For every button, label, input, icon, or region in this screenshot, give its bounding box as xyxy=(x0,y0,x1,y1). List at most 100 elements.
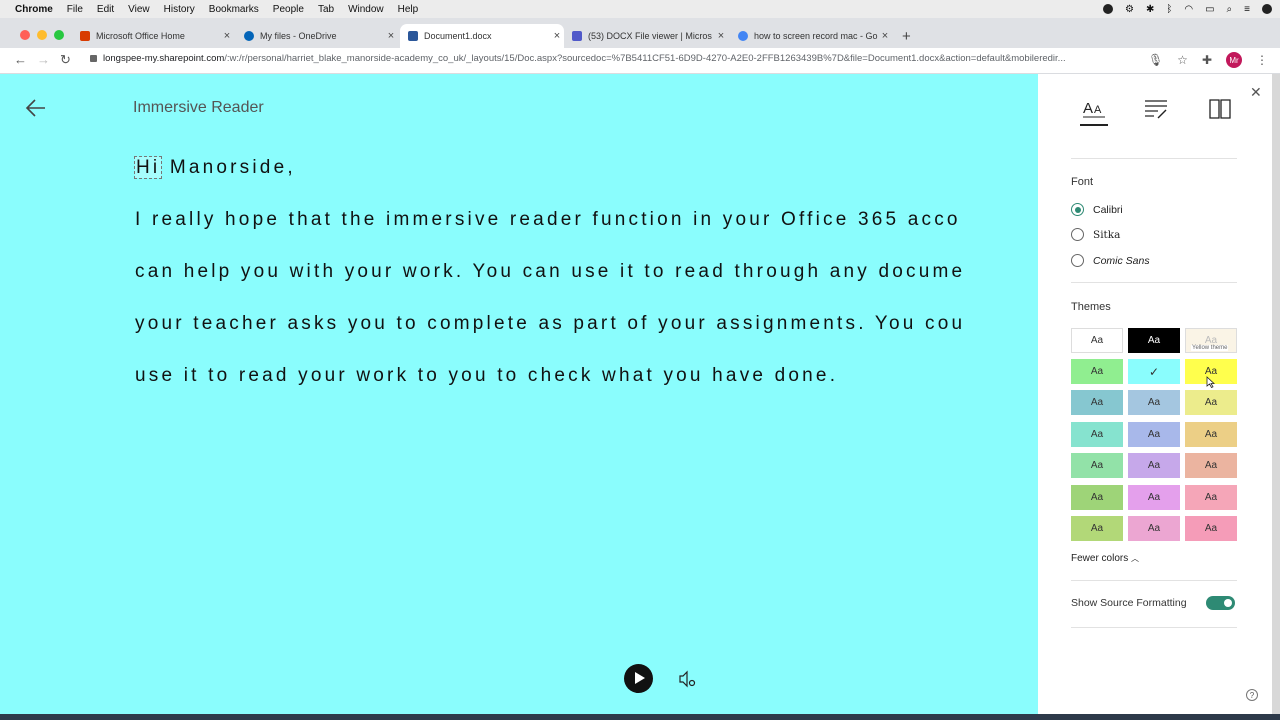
divider xyxy=(1071,158,1237,159)
theme-swatch[interactable]: Aa xyxy=(1071,516,1123,541)
swatch-label: Aa xyxy=(1204,429,1218,440)
extensions-puzzle-icon[interactable]: ✚ xyxy=(1202,53,1212,67)
control-center-icon[interactable]: ≡ xyxy=(1244,4,1250,15)
reading-preferences-book-icon[interactable] xyxy=(1206,96,1234,122)
theme-swatch[interactable]: Aa xyxy=(1185,516,1237,541)
back-arrow-icon[interactable]: ← xyxy=(14,52,27,67)
tab-document1[interactable]: Document1.docx × xyxy=(400,24,564,48)
font-option-sitka[interactable]: Sitka xyxy=(1071,228,1120,241)
theme-swatch[interactable]: Aa xyxy=(1128,328,1180,353)
theme-swatch[interactable]: Aa xyxy=(1128,516,1180,541)
fewer-colors-link[interactable]: Fewer colors ︿ xyxy=(1071,553,1139,564)
greeting-rest[interactable]: Manorside, xyxy=(161,157,295,178)
theme-swatch[interactable]: Aa xyxy=(1185,390,1237,415)
menu-people[interactable]: People xyxy=(266,4,311,15)
new-tab-plus-icon[interactable]: + xyxy=(902,28,911,45)
menu-history[interactable]: History xyxy=(157,4,202,15)
tab-close-icon[interactable]: × xyxy=(878,30,892,42)
window-edge xyxy=(1272,74,1280,714)
swatch-label: Aa xyxy=(1090,492,1104,503)
highlighted-word[interactable]: Hi xyxy=(133,156,163,179)
word-icon xyxy=(408,31,418,41)
reader-document-text: Hi Manorside, I really hope that the imm… xyxy=(133,154,1038,414)
tab-close-icon[interactable]: × xyxy=(714,30,728,42)
accessibility-icon[interactable]: ✱ xyxy=(1146,4,1154,15)
zoom-window-button[interactable] xyxy=(54,30,64,40)
swatch-label: Aa xyxy=(1204,460,1218,471)
bookmark-star-icon[interactable]: ☆ xyxy=(1177,53,1188,67)
font-label: Calibri xyxy=(1093,203,1123,216)
theme-swatch[interactable]: Aa xyxy=(1185,453,1237,478)
theme-swatch[interactable]: Aa xyxy=(1071,422,1123,447)
swatch-label: Aa xyxy=(1090,335,1104,346)
theme-swatch[interactable]: Aa xyxy=(1071,485,1123,510)
immersive-reader-canvas: Immersive Reader Hi Manorside, I really … xyxy=(0,74,1038,714)
theme-swatch[interactable]: Aa xyxy=(1071,453,1123,478)
text-preferences-icon[interactable]: A A xyxy=(1080,96,1108,122)
menu-edit[interactable]: Edit xyxy=(90,4,121,15)
radio-selected[interactable] xyxy=(1071,203,1084,216)
theme-swatch[interactable]: Aa xyxy=(1071,359,1123,384)
close-window-button[interactable] xyxy=(20,30,30,40)
theme-swatch[interactable]: Aa xyxy=(1071,390,1123,415)
close-icon[interactable]: ✕ xyxy=(1250,84,1262,101)
tab-close-icon[interactable]: × xyxy=(384,30,398,42)
tab-office-home[interactable]: Microsoft Office Home × xyxy=(72,24,234,48)
bluetooth-icon[interactable]: ᛒ xyxy=(1166,4,1172,15)
profile-avatar[interactable]: Mr xyxy=(1226,52,1242,68)
tab-onedrive[interactable]: My files - OneDrive × xyxy=(236,24,398,48)
menu-app-name[interactable]: Chrome xyxy=(8,4,60,15)
text-line[interactable]: can help you with your work. You can use… xyxy=(135,258,1038,310)
theme-swatch[interactable]: Aa xyxy=(1128,390,1180,415)
address-bar[interactable]: longspee-my.sharepoint.com/:w:/r/persona… xyxy=(90,53,1150,64)
themes-section-title: Themes xyxy=(1071,301,1111,313)
record-stop-icon[interactable] xyxy=(1103,4,1113,14)
reload-icon[interactable]: ↻ xyxy=(60,52,71,68)
divider xyxy=(1071,580,1237,581)
menu-file[interactable]: File xyxy=(60,4,90,15)
theme-swatch-selected[interactable]: ✓ xyxy=(1128,359,1180,384)
tab-google-search[interactable]: how to screen record mac - Go × xyxy=(730,24,892,48)
wifi-icon[interactable]: ◠ xyxy=(1184,4,1193,15)
font-option-calibri[interactable]: Calibri xyxy=(1071,203,1123,216)
font-option-comic-sans[interactable]: Comic Sans xyxy=(1071,254,1150,267)
text-line[interactable]: your teacher asks you to complete as par… xyxy=(135,310,1038,362)
menu-help[interactable]: Help xyxy=(391,4,426,15)
tab-close-icon[interactable]: × xyxy=(220,30,234,42)
text-line[interactable]: use it to read your work to you to check… xyxy=(135,362,1038,414)
reader-options-panel: ✕ A A Font Calibri Sitka Comic Sans Them… xyxy=(1038,74,1272,714)
help-icon[interactable]: ? xyxy=(1246,689,1258,701)
theme-swatch[interactable]: Aa xyxy=(1071,328,1123,353)
menu-view[interactable]: View xyxy=(121,4,157,15)
theme-swatch[interactable]: Aa xyxy=(1128,422,1180,447)
play-button[interactable] xyxy=(624,664,653,693)
forward-arrow-icon[interactable]: → xyxy=(37,52,50,67)
minimize-window-button[interactable] xyxy=(37,30,47,40)
spotlight-search-icon[interactable]: ⌕ xyxy=(1227,4,1233,15)
tab-close-icon[interactable]: × xyxy=(550,30,564,42)
active-tab-underline xyxy=(1080,124,1108,126)
theme-swatch[interactable]: Aa xyxy=(1128,453,1180,478)
tab-label: (53) DOCX File viewer | Micros xyxy=(588,31,712,41)
menu-tab[interactable]: Tab xyxy=(311,4,341,15)
radio-unselected[interactable] xyxy=(1071,228,1084,241)
theme-swatch[interactable]: Aa xyxy=(1128,485,1180,510)
gear-icon[interactable]: ⚙ xyxy=(1125,4,1134,15)
radio-unselected[interactable] xyxy=(1071,254,1084,267)
menu-bookmarks[interactable]: Bookmarks xyxy=(202,4,266,15)
back-arrow-icon[interactable] xyxy=(24,96,48,120)
tab-docx-viewer[interactable]: (53) DOCX File viewer | Micros × xyxy=(564,24,728,48)
show-source-formatting-toggle[interactable] xyxy=(1206,596,1235,610)
microphone-icon[interactable]: 🎙 xyxy=(1148,53,1163,67)
battery-icon[interactable]: ▭ xyxy=(1205,4,1214,15)
text-line[interactable]: I really hope that the immersive reader … xyxy=(135,206,1038,258)
tab-label: how to screen record mac - Go xyxy=(754,31,878,41)
grammar-options-icon[interactable] xyxy=(1142,96,1170,122)
voice-settings-icon[interactable] xyxy=(678,670,698,688)
theme-swatch[interactable]: Aa xyxy=(1185,485,1237,510)
chrome-menu-icon[interactable]: ⋮ xyxy=(1256,53,1268,67)
mac-menubar: Chrome File Edit View History Bookmarks … xyxy=(0,0,1280,18)
theme-swatch[interactable]: Aa xyxy=(1185,422,1237,447)
siri-icon[interactable] xyxy=(1262,4,1272,14)
menu-window[interactable]: Window xyxy=(341,4,391,15)
